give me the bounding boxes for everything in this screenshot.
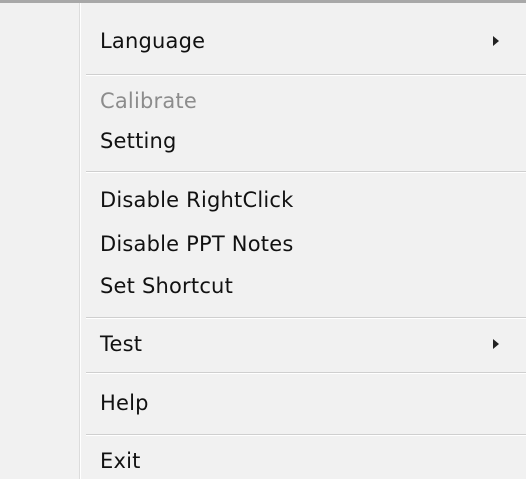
menu-item-setting[interactable]: Setting xyxy=(100,123,526,159)
chevron-right-icon xyxy=(493,36,499,46)
menu-item-label: Help xyxy=(100,391,149,415)
menu-item-set-shortcut[interactable]: Set Shortcut xyxy=(100,268,526,304)
menu-item-label: Test xyxy=(100,332,143,356)
menu-item-disable-rightclick[interactable]: Disable RightClick xyxy=(100,182,526,218)
menu-separator xyxy=(86,372,526,374)
menu-item-label: Disable PPT Notes xyxy=(100,232,294,256)
icon-gutter-highlight xyxy=(80,3,81,479)
menu-separator xyxy=(86,74,526,76)
menu-separator xyxy=(86,171,526,173)
menu-separator xyxy=(86,317,526,319)
menu-item-label: Disable RightClick xyxy=(100,188,294,212)
menu-item-exit[interactable]: Exit xyxy=(100,443,526,479)
chevron-right-icon xyxy=(493,339,499,349)
menu-item-label: Set Shortcut xyxy=(100,274,234,298)
menu-item-language[interactable]: Language xyxy=(100,23,526,59)
menu-item-disable-ppt-notes[interactable]: Disable PPT Notes xyxy=(100,226,526,262)
menu-item-test[interactable]: Test xyxy=(100,326,526,362)
menu-item-help[interactable]: Help xyxy=(100,385,526,421)
menu-item-label: Setting xyxy=(100,129,177,153)
menu-item-calibrate: Calibrate xyxy=(100,83,526,119)
context-menu: Language Calibrate Setting Disable Right… xyxy=(0,0,526,479)
menu-item-label: Language xyxy=(100,29,206,53)
menu-separator xyxy=(86,434,526,436)
menu-item-label: Exit xyxy=(100,449,141,473)
menu-item-label: Calibrate xyxy=(100,89,197,113)
